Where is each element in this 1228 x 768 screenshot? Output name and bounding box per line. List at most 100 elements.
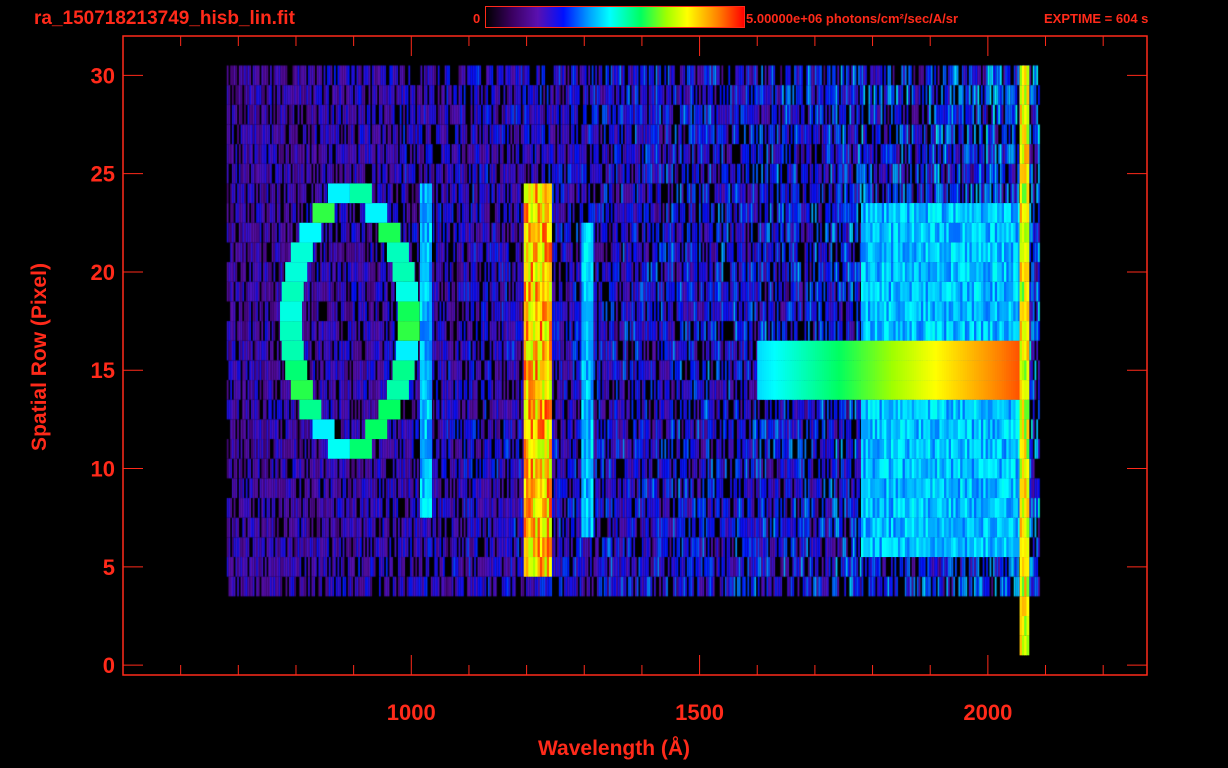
heatmap-feature-3-cell [590,360,594,381]
heatmap-feature-2-cell [549,340,552,361]
heatmap-feature-0-cell [327,439,350,459]
heatmap-feature-2-cell [549,537,552,558]
heatmap-feature-0-cell [378,399,401,420]
heatmap-feature-6-cell [1026,399,1030,420]
heatmap-feature-3-cell [590,517,594,538]
heatmap-feature-2-cell [549,399,552,420]
heatmap-feature-1-cell [429,498,432,518]
heatmap-feature-1-cell [429,222,432,243]
heatmap-feature-2-cell [549,242,552,263]
y-tick-label: 10 [91,457,115,482]
heatmap-feature-6-cell [1026,85,1030,105]
heatmap-feature-6-cell [1026,124,1030,145]
y-axis-label: Spatial Row (Pixel) [28,263,51,451]
heatmap-feature-2-cell [549,380,552,400]
heatmap-feature-0-cell [290,242,313,263]
heatmap-feature-6-cell [1026,360,1030,381]
heatmap-feature-1-cell [429,262,432,282]
heatmap-feature-0-cell [396,340,419,361]
heatmap-feature-6-cell [1026,517,1030,538]
heatmap-feature-6-cell [1026,596,1030,617]
heatmap-feature-2-cell [549,262,552,282]
heatmap-feature-3-cell [590,478,594,499]
heatmap-feature-0-cell [392,262,415,282]
heatmap-feature-0-cell [312,203,335,223]
heatmap-feature-0-cell [280,301,303,322]
heatmap-feature-1-cell [429,419,432,440]
heatmap-feature-6-cell [1026,242,1030,263]
heatmap-feature-3-cell [590,242,594,263]
heatmap-feature-6-cell [1026,222,1030,243]
heatmap-feature-3-cell [590,498,594,518]
y-tick-label: 20 [91,260,115,285]
heatmap-feature-1-cell [429,458,432,479]
y-tick-label: 0 [103,653,115,678]
heatmap-feature-3-cell [590,340,594,361]
heatmap-feature-6-cell [1026,557,1030,577]
heatmap-feature-0-cell [392,360,415,381]
heatmap-feature-1-cell [429,360,432,381]
y-tick-label: 25 [91,162,115,187]
heatmap-feature-2-cell [549,183,552,204]
colorbar-max-label: 5.00000e+06 photons/cm²/sec/A/sr [746,11,959,26]
heatmap-feature-2-cell [549,281,552,302]
heatmap-feature-3-cell [590,301,594,322]
heatmap-feature-1-cell [429,281,432,302]
heatmap-feature-3-cell [590,262,594,282]
heatmap-feature-2-cell [549,439,552,459]
heatmap-feature-6-cell [1026,262,1030,282]
heatmap-feature-6-cell [1026,340,1030,361]
heatmap-feature-6-cell [1026,439,1030,459]
heatmap-feature-6-cell [1026,478,1030,499]
heatmap-feature-0-cell [396,281,419,302]
heatmap-feature-6-cell [1026,576,1030,597]
heatmap-feature-0-cell [312,419,335,440]
heatmap-feature-0-cell [378,222,401,243]
x-tick-label: 1500 [675,700,724,725]
heatmap-feature-2-cell [549,498,552,518]
x-tick-label: 1000 [387,700,436,725]
heatmap-feature-6-cell [1026,616,1030,636]
x-axis-label: Wavelength (Å) [538,737,691,760]
heatmap-feature-1-cell [429,242,432,263]
heatmap-feature-1-cell [429,380,432,400]
heatmap-feature-0-cell [280,321,303,341]
heatmap-feature-2-cell [549,419,552,440]
colorbar [485,6,745,28]
heatmap-feature-3-cell [590,222,594,243]
heatmap-feature-1-cell [429,203,432,223]
heatmap-feature-0-cell [365,203,388,223]
heatmap-feature-1-cell [429,340,432,361]
heatmap-feature-2-cell [549,517,552,538]
heatmap-feature-6-cell [1026,537,1030,558]
heatmap-feature-3-cell [590,380,594,400]
heatmap-feature-0-cell [397,321,420,341]
heatmap-feature-1-cell [429,321,432,341]
heatmap-feature-6-cell [1026,65,1030,86]
heatmap-feature-6-cell [1026,419,1030,440]
heatmap-feature-1-cell [429,183,432,204]
heatmap-feature-0-cell [285,360,308,381]
heatmap-feature-6-cell [1026,203,1030,223]
heatmap-feature-0-cell [281,281,304,302]
heatmap-feature-3-cell [590,399,594,420]
heatmap-feature-1-cell [429,301,432,322]
heatmap-feature-0-cell [281,340,304,361]
heatmap-feature-0-cell [290,380,313,400]
heatmap-feature-1-cell [429,439,432,459]
heatmap-feature-2-cell [549,301,552,322]
heatmap-feature-0-cell [349,439,372,459]
x-tick-label: 2000 [963,700,1012,725]
heatmap-plot: 1000 1500 2000 0 5 10 15 20 25 30 [91,35,1148,725]
heatmap-feature-1-cell [429,399,432,420]
exptime-label: EXPTIME = 604 s [1044,11,1149,26]
heatmap-feature-0-cell [299,399,322,420]
y-tick-label: 30 [91,63,115,88]
heatmap-feature-0-cell [386,380,409,400]
file-title: ra_150718213749_hisb_lin.fit [34,8,295,29]
heatmap-feature-0-cell [327,183,350,204]
heatmap-feature-2-cell [549,321,552,341]
heatmap-feature-2-cell [549,360,552,381]
heatmap-feature-6-cell [1026,321,1030,341]
heatmap-feature-3-cell [590,439,594,459]
